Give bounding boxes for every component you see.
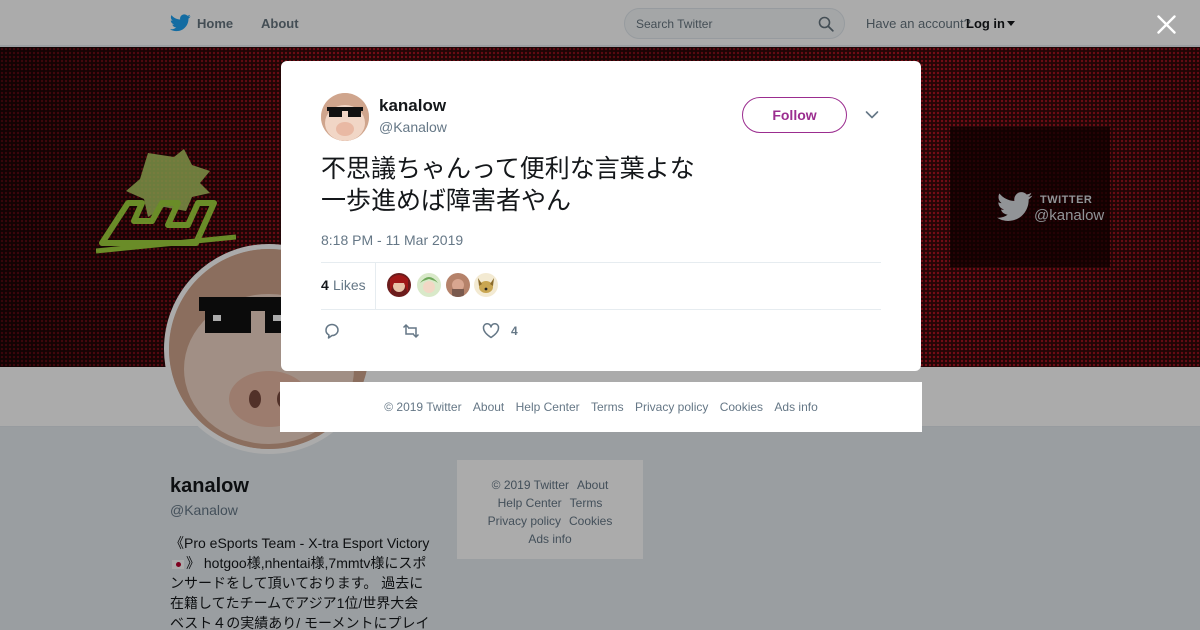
author-avatar[interactable] <box>321 93 369 141</box>
pig-with-sunglasses-icon <box>321 93 369 141</box>
close-icon[interactable] <box>1157 15 1176 34</box>
chevron-down-icon[interactable] <box>865 110 879 120</box>
avatar-dog-icon <box>474 273 498 297</box>
tweet-permalink-modal: kanalow @Kanalow Follow 不思議ちゃんって便利な言葉よな … <box>281 61 921 371</box>
avatar-green-anime-icon <box>417 273 441 297</box>
author-handle[interactable]: @Kanalow <box>379 119 447 135</box>
footer-copyright: © 2019 Twitter <box>384 400 462 414</box>
footer-link-terms[interactable]: Terms <box>591 400 624 414</box>
tweet-text-line: 一歩進めば障害者やん <box>321 186 572 215</box>
divider <box>321 309 881 310</box>
liker-avatar[interactable] <box>474 273 498 297</box>
liker-avatar[interactable] <box>387 273 411 297</box>
divider <box>375 263 376 309</box>
tweet-text-line: 不思議ちゃんって便利な言葉よな <box>321 154 695 183</box>
liker-avatar[interactable] <box>446 273 470 297</box>
reply-icon[interactable] <box>323 322 341 340</box>
follow-button[interactable]: Follow <box>742 97 847 133</box>
liker-avatar[interactable] <box>417 273 441 297</box>
heart-icon[interactable] <box>482 322 500 340</box>
footer-link-privacy[interactable]: Privacy policy <box>635 400 708 414</box>
like-action-count: 4 <box>511 324 518 338</box>
retweet-icon[interactable] <box>402 322 420 340</box>
avatar-red-haired-icon <box>387 273 411 297</box>
footer-link-about[interactable]: About <box>473 400 504 414</box>
author-name[interactable]: kanalow <box>379 96 446 116</box>
likes-label[interactable]: Likes <box>333 277 366 293</box>
avatar-illustrated-icon <box>446 273 470 297</box>
tweet-timestamp[interactable]: 8:18 PM - 11 Mar 2019 <box>321 232 463 248</box>
likes-count[interactable]: 4 <box>321 277 329 293</box>
footer-link-cookies[interactable]: Cookies <box>720 400 763 414</box>
footer-link-help-center[interactable]: Help Center <box>516 400 580 414</box>
footer-link-ads-info[interactable]: Ads info <box>774 400 817 414</box>
tweet-text: 不思議ちゃんって便利な言葉よな 一歩進めば障害者やん <box>321 153 881 217</box>
divider <box>321 262 881 263</box>
modal-footer: © 2019 Twitter About Help Center Terms P… <box>280 382 922 432</box>
